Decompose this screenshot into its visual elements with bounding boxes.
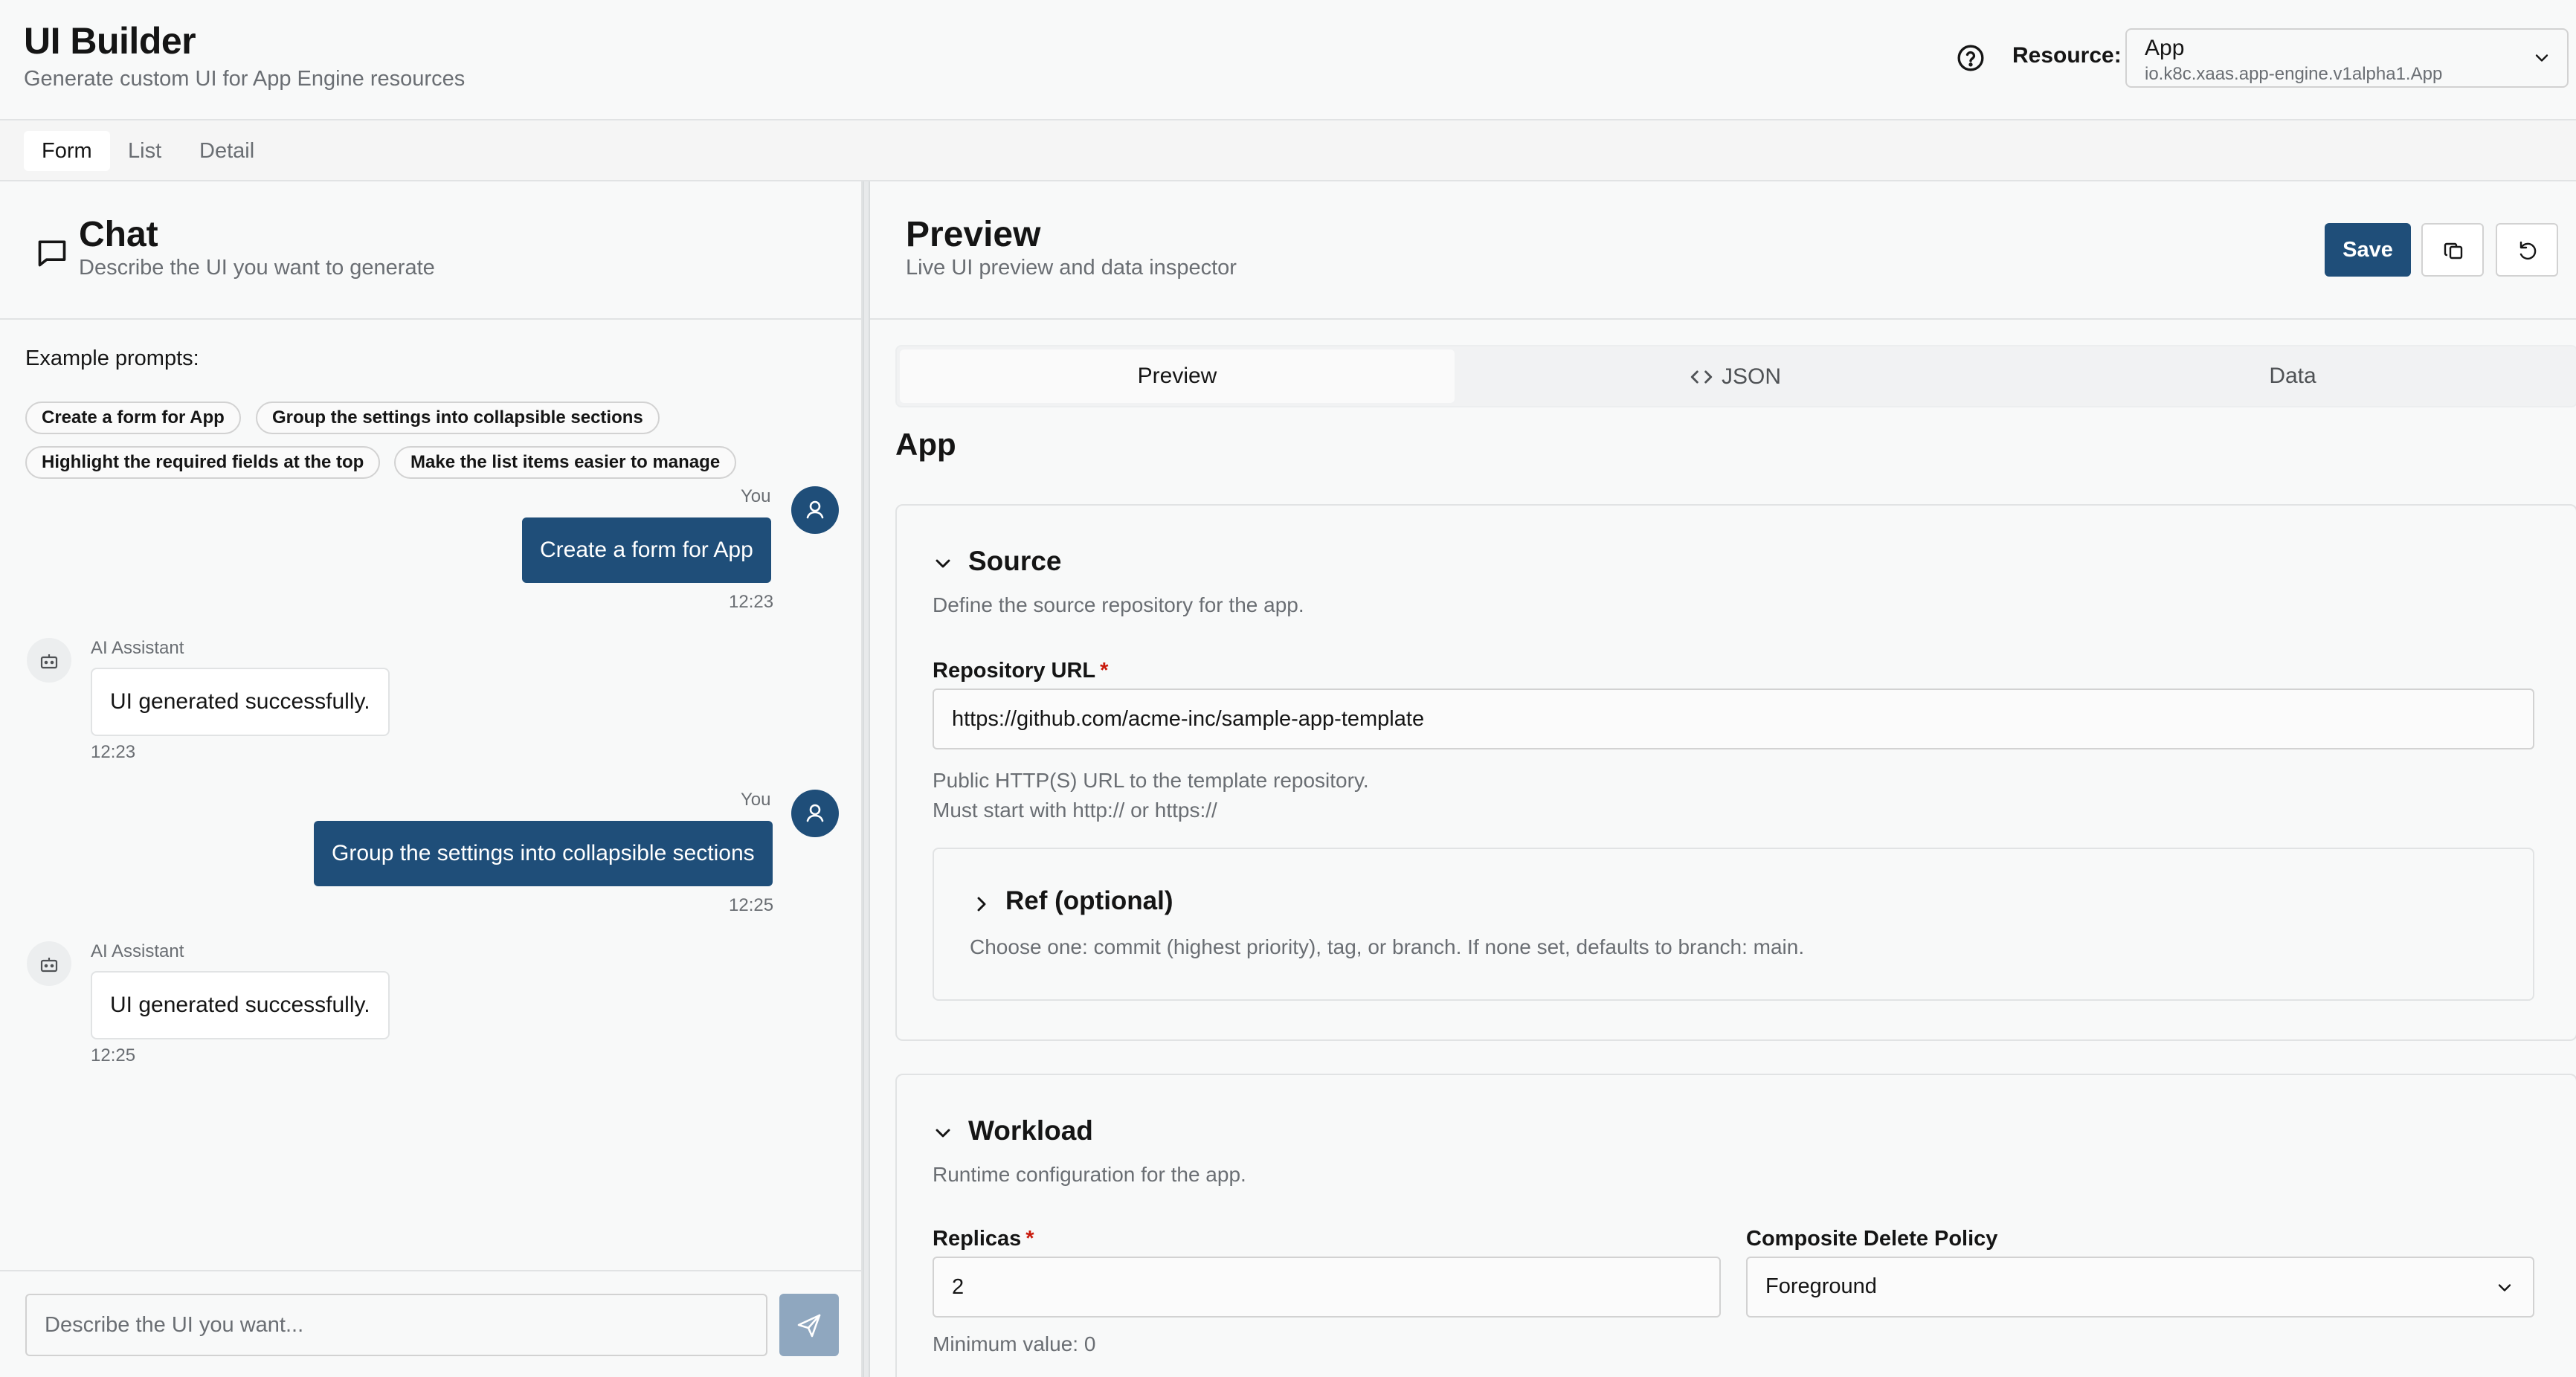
app-header: UI Builder Generate custom UI for App En… (0, 0, 2576, 120)
required-marker: * (1025, 1227, 1034, 1251)
view-tabs: Form List Detail (0, 120, 2576, 181)
chevron-down-icon (2494, 1277, 2515, 1298)
message-square-icon (36, 236, 68, 269)
tab-detail[interactable]: Detail (181, 131, 272, 171)
tab-list[interactable]: List (110, 131, 179, 171)
chat-panel: Chat Describe the UI you want to generat… (0, 181, 863, 1377)
user-message-bubble: Group the settings into collapsible sect… (314, 821, 773, 886)
replicas-label: Replicas * (933, 1227, 1034, 1251)
user-avatar (791, 790, 839, 837)
source-section: Source Define the source repository for … (895, 504, 2576, 1041)
repository-url-label-text: Repository URL (933, 659, 1096, 683)
required-marker: * (1100, 659, 1109, 683)
ref-title[interactable]: Ref (optional) (1005, 886, 1173, 916)
workload-section: Workload Runtime configuration for the a… (895, 1074, 2576, 1377)
app-subtitle: Generate custom UI for App Engine resour… (24, 67, 466, 91)
app-title: UI Builder (24, 20, 196, 62)
preview-mode-tabs: Preview JSON Data (895, 345, 2576, 407)
copy-button[interactable] (2421, 223, 2484, 277)
example-prompt-chip[interactable]: Highlight the required fields at the top (25, 446, 381, 479)
example-prompt-chip[interactable]: Create a form for App (25, 402, 241, 434)
chevron-down-icon[interactable] (931, 552, 955, 575)
help-line: Must start with http:// or https:// (933, 799, 1217, 822)
resource-label: Resource: (2012, 43, 2122, 68)
tab-form[interactable]: Form (24, 131, 110, 171)
save-button[interactable]: Save (2325, 223, 2411, 277)
example-prompt-chip[interactable]: Make the list items easier to manage (394, 446, 737, 479)
replicas-help: Minimum value: 0 (933, 1332, 1096, 1355)
message-author: AI Assistant (91, 941, 184, 961)
section-title[interactable]: Source (968, 546, 1061, 577)
tab-json-label: JSON (1721, 364, 1781, 390)
user-avatar (791, 486, 839, 534)
code-icon (1689, 364, 1714, 390)
repository-url-label: Repository URL * (933, 659, 1108, 683)
composite-delete-policy-label: Composite Delete Policy (1746, 1227, 1998, 1251)
preview-header: Preview Live UI preview and data inspect… (870, 181, 2576, 320)
send-button[interactable] (779, 1294, 839, 1356)
section-title[interactable]: Workload (968, 1115, 1093, 1147)
examples-label: Example prompts: (25, 346, 199, 370)
panel-resize-handle[interactable] (863, 181, 870, 1377)
preview-panel: Preview Live UI preview and data inspect… (870, 181, 2576, 1377)
tab-data[interactable]: Data (2015, 349, 2570, 403)
example-prompt-chip[interactable]: Group the settings into collapsible sect… (256, 402, 660, 434)
message-author: AI Assistant (91, 638, 184, 658)
reset-button[interactable] (2496, 223, 2558, 277)
message-time: 12:23 (729, 592, 774, 612)
resource-name: App (2145, 36, 2185, 60)
message-time: 12:25 (729, 895, 774, 915)
chat-header: Chat Describe the UI you want to generat… (0, 181, 863, 320)
preview-title: Preview (906, 215, 1041, 254)
user-message-bubble: Create a form for App (522, 517, 771, 583)
repository-url-input[interactable] (933, 688, 2534, 749)
form-title: App (895, 427, 956, 462)
replicas-input[interactable] (933, 1257, 1721, 1318)
replicas-label-text: Replicas (933, 1227, 1022, 1251)
tab-json[interactable]: JSON (1458, 349, 2012, 403)
bot-icon (27, 638, 71, 683)
preview-subtitle: Live UI preview and data inspector (906, 256, 1237, 280)
assistant-message-bubble: UI generated successfully. (91, 971, 390, 1039)
chevron-down-icon[interactable] (931, 1121, 955, 1145)
section-description: Runtime configuration for the app. (933, 1163, 1246, 1186)
ref-description: Choose one: commit (highest priority), t… (970, 935, 1805, 958)
chevron-down-icon (2531, 48, 2552, 68)
assistant-message-bubble: UI generated successfully. (91, 668, 390, 736)
help-line: Public HTTP(S) URL to the template repos… (933, 769, 1369, 792)
bot-icon (27, 941, 71, 986)
selected-value: Foreground (1765, 1274, 1877, 1298)
chat-title: Chat (79, 215, 158, 254)
tab-preview[interactable]: Preview (900, 349, 1455, 403)
section-description: Define the source repository for the app… (933, 593, 1304, 616)
chat-subtitle: Describe the UI you want to generate (79, 256, 435, 280)
help-icon[interactable] (1956, 43, 1986, 73)
message-time: 12:25 (91, 1045, 136, 1065)
message-time: 12:23 (91, 742, 136, 762)
chevron-right-icon[interactable] (970, 892, 994, 916)
ref-subsection: Ref (optional) Choose one: commit (highe… (933, 848, 2534, 1001)
message-author: You (741, 790, 771, 810)
resource-kind: io.k8c.xaas.app-engine.v1alpha1.App (2145, 64, 2443, 84)
composite-delete-policy-select[interactable]: Foreground (1746, 1257, 2534, 1318)
resource-select[interactable]: App io.k8c.xaas.app-engine.v1alpha1.App (2125, 28, 2569, 88)
message-author: You (741, 486, 771, 506)
chat-input[interactable] (25, 1294, 767, 1356)
repository-url-help: Public HTTP(S) URL to the template repos… (933, 766, 1369, 825)
